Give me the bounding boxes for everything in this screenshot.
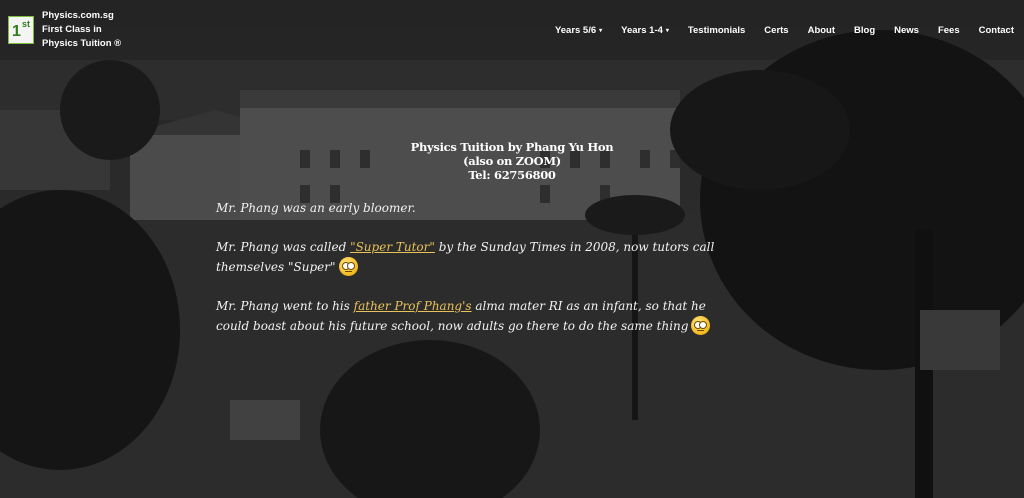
nav-certs[interactable]: Certs bbox=[755, 25, 798, 36]
super-tutor-link[interactable]: "Super Tutor" bbox=[350, 240, 435, 254]
brand-tagline-2: Physics Tuition ® bbox=[42, 38, 122, 49]
logo-digit: 1 bbox=[12, 23, 21, 40]
intro-paragraph-1: Mr. Phang was an early bloomer. bbox=[216, 201, 416, 215]
hero-heading: Physics Tuition by Phang Yu Hon (also on… bbox=[312, 140, 712, 182]
intro-content: Mr. Phang was an early bloomer. Mr. Phan… bbox=[216, 199, 716, 356]
nav-years-5-6[interactable]: Years 5/6 ▾ bbox=[545, 25, 611, 36]
logo-superscript: st bbox=[22, 19, 31, 29]
brand-text: Physics.com.sg First Class in Physics Tu… bbox=[42, 9, 121, 51]
hero-title: Physics Tuition by Phang Yu Hon bbox=[410, 140, 614, 154]
rolling-eyes-emoji-icon bbox=[338, 257, 358, 276]
intro-paragraph-3: Mr. Phang went to his father Prof Phang'… bbox=[216, 297, 716, 336]
hero-tel: Tel: 62756800 bbox=[468, 168, 556, 182]
hero-subtitle: (also on ZOOM) bbox=[463, 154, 561, 168]
nav-testimonials[interactable]: Testimonials bbox=[678, 25, 754, 36]
rolling-eyes-emoji-icon bbox=[691, 316, 711, 335]
intro-paragraph-2: Mr. Phang was called "Super Tutor" by th… bbox=[216, 238, 716, 277]
nav-fees[interactable]: Fees bbox=[928, 25, 969, 36]
main-nav: Years 5/6 ▾ Years 1-4 ▾ Testimonials Certs… bbox=[545, 0, 1024, 60]
brand-tagline-1: First Class in bbox=[42, 24, 102, 35]
text: Mr. Phang went to his bbox=[216, 299, 354, 313]
brand-link[interactable]: 1 st Physics.com.sg First Class in Physi… bbox=[8, 9, 121, 51]
nav-contact[interactable]: Contact bbox=[969, 25, 1024, 36]
nav-years-1-4[interactable]: Years 1-4 ▾ bbox=[612, 25, 679, 36]
text: Mr. Phang was called bbox=[216, 240, 351, 254]
caret-down-icon: ▾ bbox=[599, 27, 603, 34]
logo: 1 st bbox=[8, 16, 34, 44]
brand-name: Physics.com.sg bbox=[42, 10, 114, 21]
nav-news[interactable]: News bbox=[885, 25, 929, 36]
caret-down-icon: ▾ bbox=[665, 27, 669, 34]
nav-blog[interactable]: Blog bbox=[845, 25, 885, 36]
nav-label: Years 1-4 bbox=[621, 24, 663, 36]
nav-about[interactable]: About bbox=[798, 25, 844, 36]
nav-label: Years 5/6 bbox=[554, 24, 597, 36]
navbar: 1 st Physics.com.sg First Class in Physi… bbox=[0, 0, 1024, 60]
father-prof-phang-link[interactable]: father Prof Phang's bbox=[354, 299, 472, 313]
